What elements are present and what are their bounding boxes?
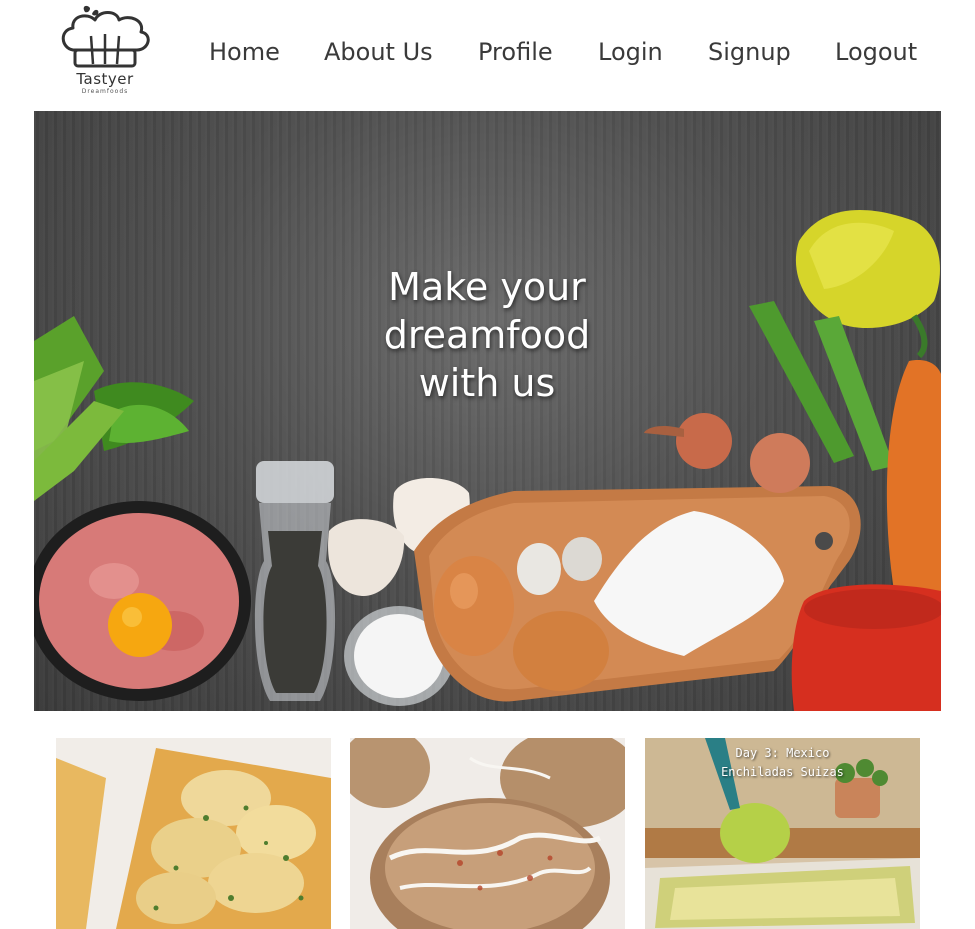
hero-title-line-1: Make your <box>388 265 586 309</box>
caption-line-2: Enchiladas Suizas <box>721 765 844 779</box>
nav-signup-link[interactable]: Signup <box>708 38 791 66</box>
chef-hat-icon <box>61 5 150 68</box>
caption-line-1: Day 3: Mexico <box>735 746 830 760</box>
nav-login-link[interactable]: Login <box>598 38 663 66</box>
hero-title-line-3: with us <box>418 361 556 405</box>
hero-title: Make your dreamfood with us <box>334 263 640 407</box>
crumb-muffin-image <box>350 738 625 929</box>
nav-profile-link[interactable]: Profile <box>478 38 553 66</box>
recipe-card-potato-tart[interactable] <box>56 738 331 929</box>
hero-banner: Make your dreamfood with us <box>34 111 941 711</box>
logo-name: Tastyer <box>76 70 134 88</box>
hero-ingredients-image <box>34 209 941 711</box>
site-header: Tastyer Dreamfoods Home About Us Profile… <box>0 0 975 110</box>
logo[interactable]: Tastyer Dreamfoods <box>55 4 155 104</box>
logo-tagline: Dreamfoods <box>81 88 129 95</box>
recipe-card-crumb-muffin[interactable] <box>350 738 625 929</box>
hero-title-line-2: dreamfood <box>383 313 591 357</box>
nav-home-link[interactable]: Home <box>209 38 280 66</box>
potato-tart-image <box>56 738 331 929</box>
nav-about-us-link[interactable]: About Us <box>324 38 433 66</box>
nav-logout-link[interactable]: Logout <box>835 38 917 66</box>
enchiladas-caption: Day 3: Mexico Enchiladas Suizas <box>645 744 920 782</box>
recipe-card-enchiladas[interactable]: Day 3: Mexico Enchiladas Suizas <box>645 738 920 929</box>
